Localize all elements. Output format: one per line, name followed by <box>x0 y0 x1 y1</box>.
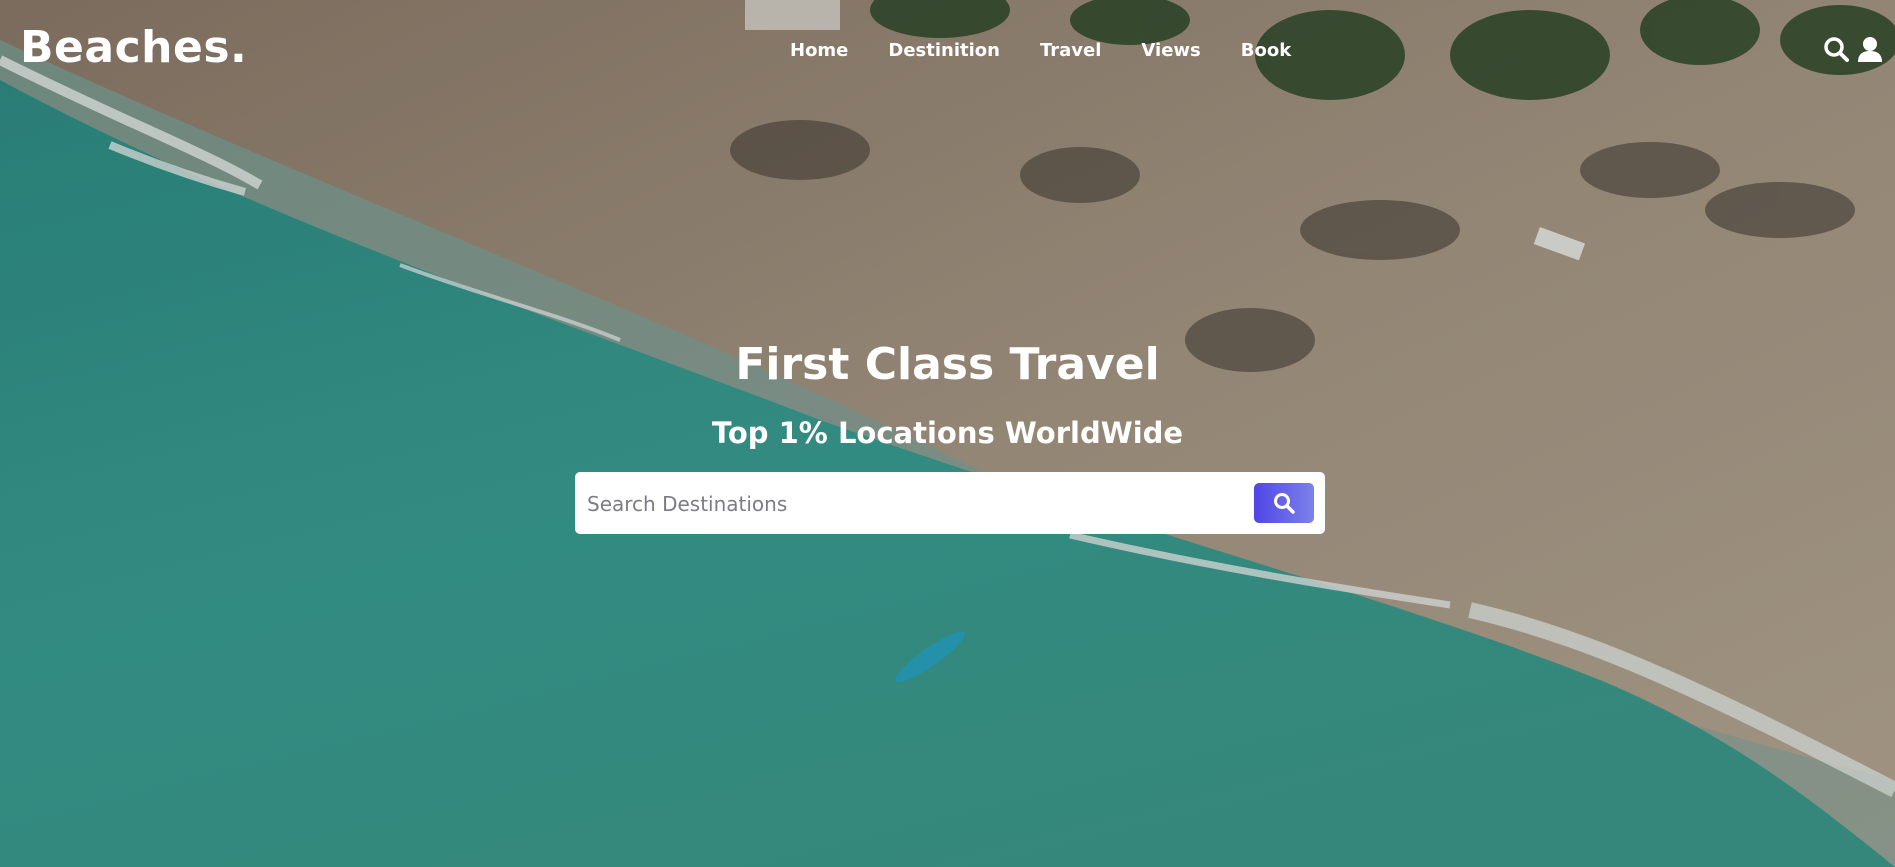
hero-content: First Class Travel Top 1% Locations Worl… <box>0 335 1895 453</box>
nav-link-home[interactable]: Home <box>770 34 868 68</box>
top-navigation-bar: Beaches. Home Destinition Travel Views B… <box>0 0 1895 100</box>
nav-link-travel[interactable]: Travel <box>1020 34 1121 68</box>
hero-title: First Class Travel <box>735 339 1160 390</box>
header-icons <box>1823 34 1883 64</box>
brand-logo[interactable]: Beaches. <box>20 20 247 76</box>
search-destinations-input[interactable] <box>585 483 1189 525</box>
nav-link-book[interactable]: Book <box>1221 34 1311 68</box>
nav-link-destinition[interactable]: Destinition <box>868 34 1020 68</box>
destination-search-form <box>575 472 1325 534</box>
user-icon[interactable] <box>1857 34 1883 64</box>
search-button[interactable] <box>1254 483 1314 523</box>
nav-link-views[interactable]: Views <box>1121 34 1220 68</box>
main-nav: Home Destinition Travel Views Book <box>770 34 1311 68</box>
search-icon <box>1274 493 1295 514</box>
hero-subtitle: Top 1% Locations WorldWide <box>711 416 1184 450</box>
search-icon[interactable] <box>1823 34 1849 64</box>
